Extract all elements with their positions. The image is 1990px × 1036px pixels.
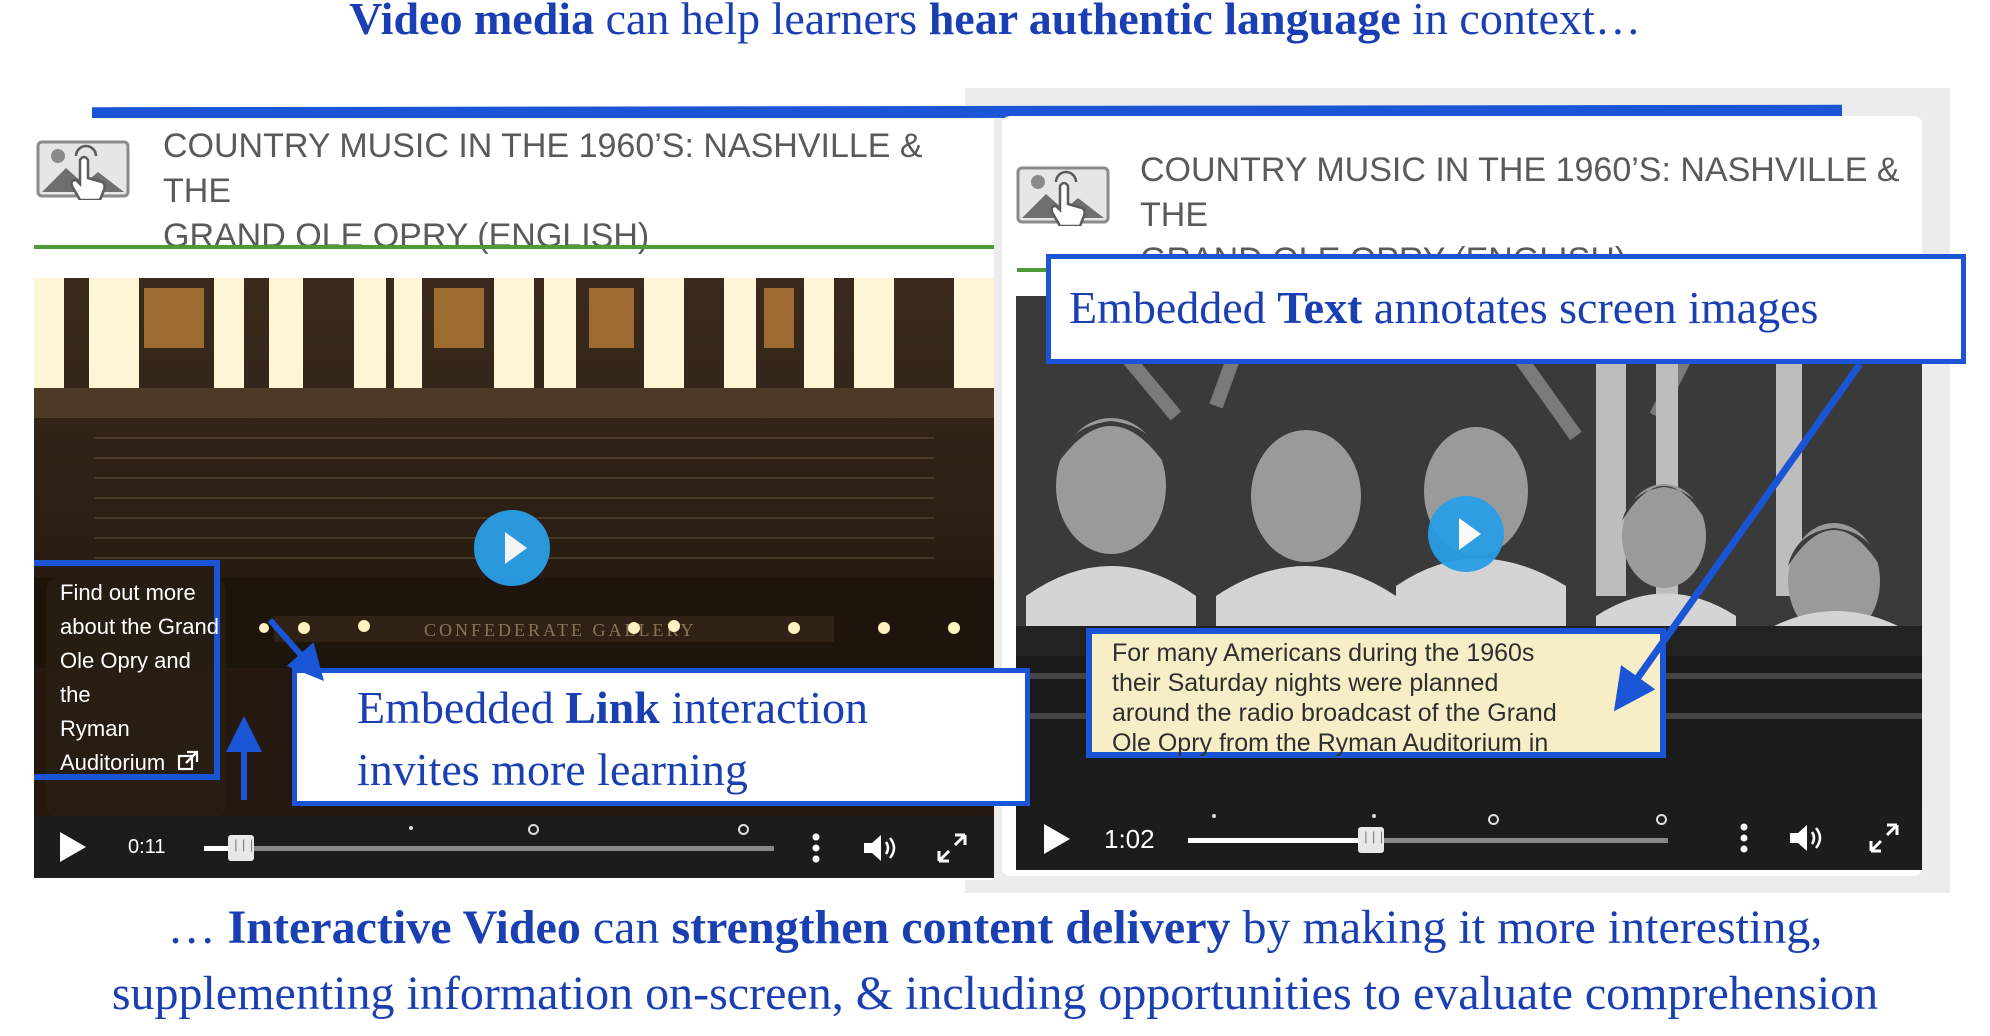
embedded-text-caption: For many Americans during the 1960s thei…	[1092, 634, 1660, 757]
callout-link-b: Link	[565, 682, 660, 733]
left-seek-handle[interactable]	[228, 835, 255, 861]
left-title-divider	[34, 245, 994, 249]
link-popup-line: about the Grand	[60, 614, 220, 639]
embedded-link-popup[interactable]: Find out more about the Grand Ole Opry a…	[60, 576, 220, 780]
headline-top-bold-2: hear authentic language	[928, 0, 1401, 44]
bottom-headline-line-2: supplementing information on-screen, & i…	[111, 967, 1879, 1020]
right-seek-handle[interactable]	[1358, 827, 1385, 853]
link-popup-line: Ole Opry and the	[60, 648, 191, 707]
left-play-overlay-button[interactable]	[474, 510, 550, 586]
right-more-options-icon[interactable]	[1738, 822, 1750, 854]
interaction-marker[interactable]	[1212, 814, 1216, 818]
interactive-video-icon	[1016, 166, 1110, 226]
bottom-text-c: can	[580, 901, 672, 954]
headline-top-text-2: in context…	[1400, 0, 1641, 44]
callout-text-b: Text	[1277, 282, 1363, 333]
left-title-line-1: COUNTRY MUSIC IN THE 1960’S: NASHVILLE &…	[163, 127, 923, 210]
interaction-marker[interactable]	[1488, 814, 1499, 825]
caption-line: around the radio broadcast of the Grand	[1112, 699, 1557, 727]
balcony-sign-text: CONFEDERATE GALLERY	[424, 620, 697, 640]
left-volume-icon[interactable]	[862, 832, 902, 864]
link-popup-label: Auditorium	[60, 750, 166, 775]
left-seek-bar[interactable]	[204, 846, 774, 851]
embedded-text-callout: Embedded Text annotates screen images	[1046, 254, 1966, 364]
interaction-marker[interactable]	[1372, 814, 1376, 818]
interactive-video-icon	[36, 140, 130, 200]
right-title-line-1: COUNTRY MUSIC IN THE 1960’S: NASHVILLE &…	[1140, 151, 1900, 234]
callout-text-c: annotates screen images	[1362, 282, 1819, 333]
interaction-marker[interactable]	[528, 824, 539, 835]
link-popup-line: Find out more	[60, 580, 196, 605]
callout-text-a: Embedded	[1069, 282, 1278, 333]
left-title-line-2: GRAND OLE OPRY (ENGLISH)	[163, 217, 650, 255]
bottom-bold-1: Interactive Video	[227, 901, 581, 954]
interaction-marker[interactable]	[738, 824, 749, 835]
caption-line: For many Americans during the 1960s	[1112, 639, 1535, 667]
interaction-marker[interactable]	[1656, 814, 1667, 825]
bottom-text-a: …	[167, 901, 228, 954]
callout-link-line-2: invites more learning	[357, 744, 748, 795]
left-video-controls: 0:11	[34, 816, 994, 878]
right-video-player[interactable]: For many Americans during the 1960s thei…	[1016, 296, 1922, 870]
right-video-controls: 1:02	[1016, 808, 1922, 870]
embedded-link-callout: Embedded Link interaction invites more l…	[292, 668, 1030, 806]
caption-line: their Saturday nights were planned	[1112, 669, 1499, 697]
link-popup-line-last: Auditorium	[60, 746, 220, 780]
interaction-marker[interactable]	[409, 826, 413, 830]
left-more-options-icon[interactable]	[810, 832, 822, 864]
external-link-icon[interactable]	[177, 750, 199, 772]
headline-top-text-1: can help learners	[594, 0, 929, 44]
caption-line: Ole Opry from the Ryman Auditorium in	[1112, 729, 1549, 757]
left-fullscreen-icon[interactable]	[936, 832, 968, 864]
left-current-time: 0:11	[128, 836, 166, 858]
bottom-headline-line-1: … Interactive Video can strengthen conte…	[0, 900, 1990, 955]
callout-link-c: interaction	[659, 682, 869, 733]
left-play-button[interactable]	[60, 832, 86, 862]
link-popup-line: Ryman	[60, 716, 130, 741]
right-play-button[interactable]	[1044, 824, 1070, 854]
right-volume-icon[interactable]	[1788, 822, 1828, 854]
bottom-bold-2: strengthen content delivery	[671, 901, 1231, 954]
right-video-card: COUNTRY MUSIC IN THE 1960’S: NASHVILLE &…	[1002, 116, 1922, 876]
right-play-overlay-button[interactable]	[1428, 496, 1504, 572]
headline-top-bold-1: Video media	[349, 0, 595, 44]
right-current-time: 1:02	[1104, 824, 1155, 854]
right-seek-progress	[1188, 838, 1370, 843]
bottom-text-e: by making it more interesting,	[1230, 901, 1823, 954]
top-headline: Video media can help learners hear authe…	[0, 0, 1990, 45]
right-fullscreen-icon[interactable]	[1868, 822, 1900, 854]
callout-link-a: Embedded	[357, 682, 566, 733]
callout-link-line-1: Embedded Link interaction	[357, 677, 1025, 739]
left-video-title: COUNTRY MUSIC IN THE 1960’S: NASHVILLE &…	[163, 124, 994, 259]
